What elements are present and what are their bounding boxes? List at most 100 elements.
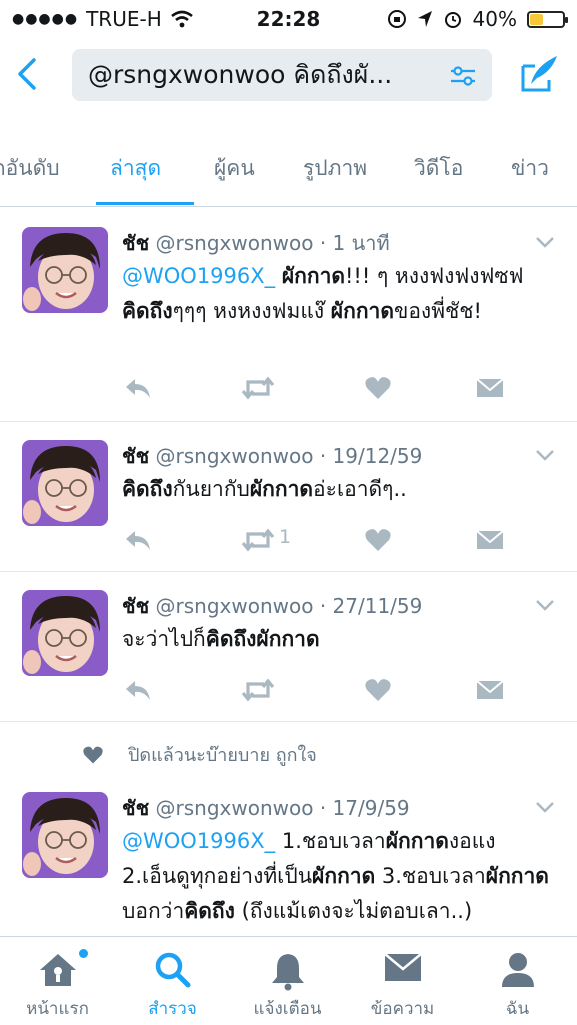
author-handle: @rsngxwonwoo — [155, 594, 314, 618]
tweet-text-segment: ๆๆๆ หงหงงฟมแง๊ — [172, 299, 331, 323]
bell-icon — [271, 954, 304, 991]
tweet-time: · 19/12/59 — [319, 444, 423, 468]
status-bar: ●●●●● TRUE-H 22:28 40% — [0, 0, 577, 38]
avatar[interactable] — [22, 792, 108, 878]
like-heart-icon[interactable] — [364, 526, 392, 554]
author-handle: @rsngxwonwoo — [155, 796, 314, 820]
filter-sliders-icon[interactable] — [448, 61, 478, 91]
tweet[interactable]: ชัช @rsngxwonwoo · 1 นาที @WOO1996X_ ผัก… — [0, 207, 577, 422]
avatar[interactable] — [22, 590, 108, 676]
tab-messages[interactable]: ข้อความ — [345, 937, 460, 1025]
retweet-icon[interactable] — [240, 374, 276, 402]
direct-message-icon[interactable] — [475, 374, 505, 402]
active-tab-indicator — [96, 202, 194, 205]
back-chevron-icon[interactable] — [10, 52, 50, 96]
tweet-text-segment: กันยากับ — [172, 477, 250, 501]
tweet-feed[interactable]: ชัช @rsngxwonwoo · 1 นาที @WOO1996X_ ผัก… — [0, 207, 577, 942]
liked-by-text[interactable]: ปิดแล้วนะบ๊ายบาย ถูกใจ — [128, 740, 317, 769]
navigation-bar: @rsngxwonwoo คิดถึงผั... — [0, 40, 577, 112]
person-icon — [501, 953, 534, 987]
tweet-actions — [122, 676, 542, 704]
search-icon — [155, 952, 190, 988]
mention-link[interactable]: @WOO1996X_ — [122, 829, 275, 853]
tab-notifications-label: แจ้งเตือน — [253, 999, 322, 1019]
tweet-time: · 27/11/59 — [319, 594, 423, 618]
location-icon — [417, 11, 432, 27]
tab-top[interactable]: ิดอันดับ — [0, 152, 60, 185]
search-query[interactable]: @rsngxwonwoo คิดถึงผั... — [88, 55, 392, 95]
compose-tweet-icon[interactable] — [517, 52, 561, 96]
direct-message-icon[interactable] — [475, 676, 505, 704]
tab-explore-label: สำรวจ — [148, 999, 197, 1019]
search-field[interactable]: @rsngxwonwoo คิดถึงผั... — [72, 49, 492, 101]
tab-notifications[interactable]: แจ้งเตือน — [230, 937, 345, 1025]
reply-icon[interactable] — [122, 676, 154, 704]
tab-news[interactable]: ข่าว — [511, 152, 549, 185]
author-handle: @rsngxwonwoo — [155, 444, 314, 468]
highlighted-keyword: คิดถึงผักกาด — [205, 627, 320, 651]
tab-me[interactable]: ฉัน — [460, 937, 575, 1025]
tab-home[interactable]: หน้าแรก — [0, 937, 115, 1025]
tweet-text-segment: (ถึงแม้เตงจะไม่ตอบเลา..) — [234, 899, 473, 923]
tweet-text-segment: อ่ะเอาดีๆ.. — [313, 477, 407, 501]
tweet-text: คิดถึงกันยากับผักกาดอ่ะเอาดีๆ.. — [122, 472, 557, 507]
highlighted-keyword: ผักกาด — [485, 864, 549, 888]
author-name[interactable]: ชัช — [122, 231, 149, 255]
tab-people[interactable]: ผู้คน — [214, 152, 255, 185]
tab-videos[interactable]: วิดีโอ — [414, 152, 463, 185]
highlighted-keyword: คิดถึง — [122, 299, 173, 323]
tweet-actions — [122, 374, 542, 402]
chevron-down-icon[interactable] — [535, 800, 555, 814]
reply-icon[interactable] — [122, 374, 154, 402]
tweet-text: @WOO1996X_ 1.ชอบเวลาผักกาดงอแง 2.เอ็นดูท… — [122, 824, 557, 929]
bottom-tab-bar: หน้าแรก สำรวจ แจ้งเตือน ข้อความ ฉัน — [0, 936, 577, 1025]
mention-link[interactable]: @WOO1996X_ — [122, 264, 275, 288]
avatar[interactable] — [22, 227, 108, 313]
tweet-text-segment: 1.ชอบเวลา — [275, 829, 386, 853]
tweet-actions: 1 — [122, 526, 542, 554]
author-name[interactable]: ชัช — [122, 594, 149, 618]
alarm-icon — [444, 12, 461, 28]
tweet-text-segment: !!! ๆ หงงฟงฟงฟซฟ — [345, 264, 524, 288]
reply-icon[interactable] — [122, 526, 154, 554]
highlighted-keyword: คิดถึง — [122, 477, 173, 501]
tab-messages-label: ข้อความ — [370, 999, 435, 1019]
battery-level — [530, 13, 543, 25]
highlighted-keyword: ผักกาด — [385, 829, 449, 853]
chevron-down-icon[interactable] — [535, 598, 555, 612]
tweet[interactable]: ปิดแล้วนะบ๊ายบาย ถูกใจ ชัช @rsngxwonwoo … — [0, 722, 577, 942]
orientation-lock-icon — [387, 10, 406, 28]
chevron-down-icon[interactable] — [535, 235, 555, 249]
like-heart-icon[interactable] — [364, 676, 392, 704]
tab-explore[interactable]: สำรวจ — [115, 937, 230, 1025]
liked-by-line: ปิดแล้วนะบ๊ายบาย ถูกใจ — [82, 740, 317, 769]
like-heart-icon[interactable] — [364, 374, 392, 402]
highlighted-keyword: ผักกาด — [281, 264, 346, 288]
tweet-text-segment: จะว่าไปก็ — [122, 627, 206, 651]
author-name[interactable]: ชัช — [122, 444, 149, 468]
tweet-text-segment: ของพี่ชัช! — [393, 299, 482, 323]
envelope-icon — [383, 953, 422, 981]
retweet-icon[interactable] — [240, 526, 276, 554]
notification-dot — [79, 949, 88, 958]
retweet-icon[interactable] — [240, 676, 276, 704]
battery-percent: 40% — [472, 7, 517, 31]
author-name[interactable]: ชัช — [122, 796, 149, 820]
home-icon — [39, 954, 76, 986]
tweet[interactable]: ชัช @rsngxwonwoo · 19/12/59 คิดถึงกันยาก… — [0, 422, 577, 572]
retweet-count: 1 — [279, 526, 292, 548]
tab-latest[interactable]: ล่าสุด — [110, 152, 161, 185]
avatar[interactable] — [22, 440, 108, 526]
tweet-time: · 1 นาที — [319, 231, 390, 255]
chevron-down-icon[interactable] — [535, 448, 555, 462]
tweet-text: จะว่าไปก็คิดถึงผักกาด — [122, 622, 557, 657]
direct-message-icon[interactable] — [475, 526, 505, 554]
tweet-text-segment: บอกว่า — [122, 899, 185, 923]
highlighted-keyword: ผักกาด — [312, 864, 376, 888]
battery-icon — [527, 10, 568, 28]
tweet-text: @WOO1996X_ ผักกาด!!! ๆ หงงฟงฟงฟซฟ คิดถึง… — [122, 259, 557, 329]
tab-photos[interactable]: รูปภาพ — [303, 152, 367, 185]
tweet-text-segment: 3.ชอบเวลา — [375, 864, 486, 888]
author-handle: @rsngxwonwoo — [155, 231, 314, 255]
tweet[interactable]: ชัช @rsngxwonwoo · 27/11/59 จะว่าไปก็คิด… — [0, 572, 577, 722]
